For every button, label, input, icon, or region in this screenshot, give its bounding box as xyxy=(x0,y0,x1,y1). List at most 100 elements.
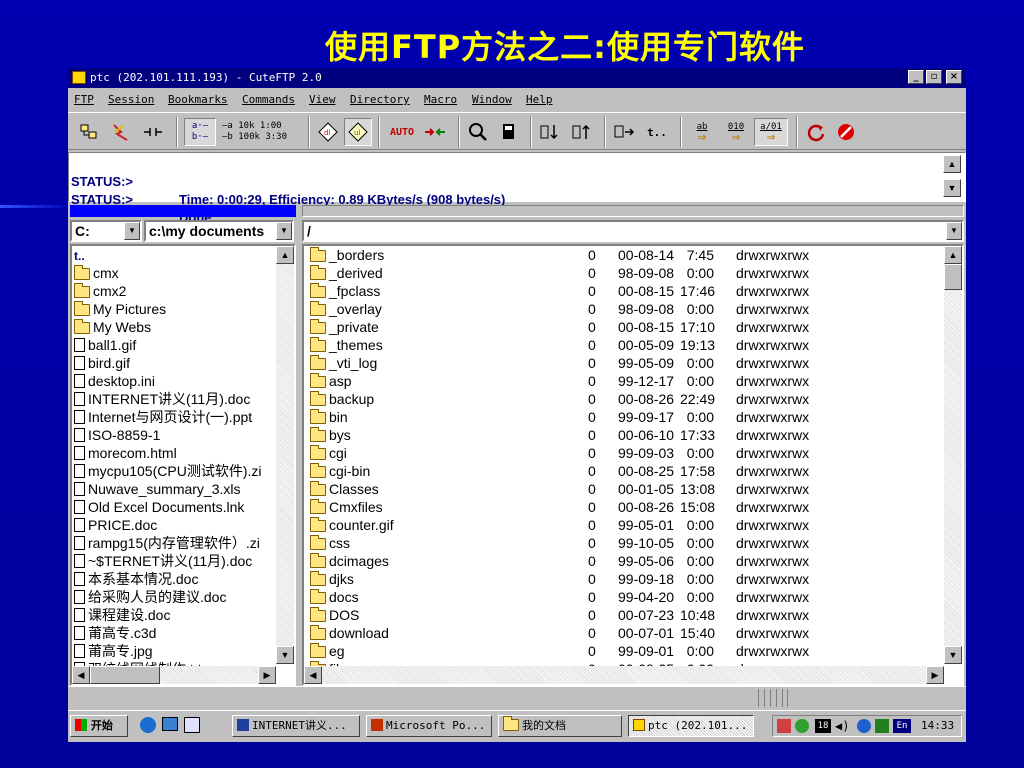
menu-directory[interactable]: Directory xyxy=(350,90,410,110)
remote-file-list[interactable]: _borders 0 00-08-14 7:45 drwxrwxrwx _derived 0… xyxy=(302,244,964,686)
remote-vscroll-thumb[interactable] xyxy=(944,264,962,290)
local-file-item[interactable]: Internet与网页设计(一).ppt xyxy=(74,408,252,426)
remote-file-item[interactable]: _fpclass 0 00-08-15 17:46 drwxrwxrwx xyxy=(308,282,938,300)
remote-file-item[interactable]: _derived 0 98-09-08 0:00 drwxrwxrwx xyxy=(308,264,938,282)
local-path-select[interactable]: c:\my documents ▼ xyxy=(144,220,294,242)
remote-file-item[interactable]: _borders 0 00-08-14 7:45 drwxrwxrwx xyxy=(308,246,938,264)
remote-file-item[interactable]: counter.gif 0 99-05-01 0:00 drwxrwxrwx xyxy=(308,516,938,534)
file-view-icon[interactable] xyxy=(496,118,522,146)
remote-file-item[interactable]: download 0 00-07-01 15:40 drwxrwxrwx xyxy=(308,624,938,642)
auto-transfer-button[interactable]: a/01 ⇒ xyxy=(754,118,788,146)
local-file-item[interactable]: ball1.gif xyxy=(74,336,136,354)
remote-file-item[interactable]: asp 0 99-12-17 0:00 drwxrwxrwx xyxy=(308,372,938,390)
menu-commands[interactable]: Commands xyxy=(242,90,295,110)
remote-hscroll-track[interactable] xyxy=(304,666,944,684)
maximize-button[interactable]: ▫ xyxy=(926,70,942,84)
local-file-item[interactable]: Nuwave_summary_3.xls xyxy=(74,480,241,498)
local-hscroll-thumb[interactable] xyxy=(90,666,160,684)
local-vscroll-track[interactable] xyxy=(276,264,294,646)
sort-down-icon[interactable] xyxy=(536,118,564,146)
local-file-item[interactable]: desktop.ini xyxy=(74,372,155,390)
download-icon[interactable]: dl xyxy=(314,118,342,146)
taskbar-task-word[interactable]: INTERNET讲义... xyxy=(232,715,360,737)
scroll-up-icon[interactable]: ▲ xyxy=(944,246,962,264)
scroll-down-icon[interactable]: ▼ xyxy=(944,646,962,664)
local-file-item[interactable]: 课程建设.doc xyxy=(74,606,170,624)
local-file-item[interactable]: bird.gif xyxy=(74,354,130,372)
ascii-mode-button[interactable]: a·— b·— xyxy=(184,118,216,146)
auto-mode-button[interactable]: AUTO xyxy=(384,118,420,146)
menu-session[interactable]: Session xyxy=(108,90,154,110)
input-method-icon[interactable] xyxy=(857,719,871,733)
local-file-list[interactable]: t.. cmx cmx2 My Pictures My Webs ball1.gif bir… xyxy=(70,244,296,686)
menu-view[interactable]: View xyxy=(309,90,336,110)
remote-file-item[interactable]: cgi-bin 0 00-08-25 17:58 drwxrwxrwx xyxy=(308,462,938,480)
local-file-item[interactable]: 莆高专.c3d xyxy=(74,624,156,642)
remote-file-item[interactable]: _private 0 00-08-15 17:10 drwxrwxrwx xyxy=(308,318,938,336)
title-bar[interactable]: ptc (202.101.111.193) - CuteFTP 2.0 _ ▫ … xyxy=(68,68,966,88)
network-icon[interactable] xyxy=(795,719,809,733)
local-file-item[interactable]: INTERNET讲义(11月).doc xyxy=(74,390,250,408)
taskbar-task-my-documents[interactable]: 我的文档 xyxy=(498,715,622,737)
site-manager-icon[interactable] xyxy=(76,118,102,146)
status-scroll-up-icon[interactable]: ▲ xyxy=(943,155,961,173)
start-button[interactable]: 开始 xyxy=(70,715,128,737)
upload-icon[interactable]: ul xyxy=(344,118,372,146)
stop-icon[interactable] xyxy=(832,118,860,146)
remote-file-item[interactable]: bin 0 99-09-17 0:00 drwxrwxrwx xyxy=(308,408,938,426)
channel-icon[interactable] xyxy=(184,717,200,733)
scroll-right-icon[interactable]: ▶ xyxy=(926,666,944,684)
local-file-item[interactable]: 给采购人员的建议.doc xyxy=(74,588,226,606)
local-file-item[interactable]: PRICE.doc xyxy=(74,516,157,534)
remote-path-select[interactable]: / ▼ xyxy=(302,220,964,242)
local-file-item[interactable]: rampg15(内存管理软件）.zi xyxy=(74,534,260,552)
local-file-item[interactable]: My Webs xyxy=(74,318,151,336)
remote-file-item[interactable]: Cmxfiles 0 00-08-26 15:08 drwxrwxrwx xyxy=(308,498,938,516)
remote-file-item[interactable]: _overlay 0 98-09-08 0:00 drwxrwxrwx xyxy=(308,300,938,318)
binary-mode-button[interactable]: —a 10k 1:00 —b 100k 3:30 xyxy=(218,118,302,146)
remote-file-item[interactable]: backup 0 00-08-26 22:49 drwxrwxrwx xyxy=(308,390,938,408)
remote-file-item[interactable]: _vti_log 0 99-05-09 0:00 drwxrwxrwx xyxy=(308,354,938,372)
remote-file-item[interactable]: Classes 0 00-01-05 13:08 drwxrwxrwx xyxy=(308,480,938,498)
language-indicator[interactable]: En xyxy=(893,719,911,733)
sort-up-icon[interactable] xyxy=(568,118,596,146)
change-dir-icon[interactable] xyxy=(610,118,638,146)
taskbar-task-cuteftp[interactable]: ptc (202.101... xyxy=(628,715,754,737)
drive-select[interactable]: C: ▼ xyxy=(70,220,142,242)
remote-vscroll-track[interactable] xyxy=(944,264,962,646)
ascii-transfer-button[interactable]: ab ⇒ xyxy=(686,118,718,146)
local-file-item[interactable]: Old Excel Documents.lnk xyxy=(74,498,244,516)
quick-connect-icon[interactable] xyxy=(108,118,134,146)
remote-file-item[interactable]: docs 0 99-04-20 0:00 drwxrwxrwx xyxy=(308,588,938,606)
menu-bookmarks[interactable]: Bookmarks xyxy=(168,90,228,110)
chevron-down-icon[interactable]: ▼ xyxy=(276,222,292,240)
volume-icon[interactable]: ◀) xyxy=(835,719,849,733)
chevron-down-icon[interactable]: ▼ xyxy=(946,222,962,240)
local-file-item[interactable]: t.. xyxy=(74,246,85,264)
resize-grip[interactable] xyxy=(758,689,788,707)
tray-number-badge[interactable]: 18 xyxy=(815,719,831,733)
up-directory-button[interactable]: t.. xyxy=(642,118,672,146)
local-file-item[interactable]: 莆高专.jpg xyxy=(74,642,153,660)
transfer-arrows-icon[interactable] xyxy=(420,118,450,146)
local-file-item[interactable]: morecom.html xyxy=(74,444,177,462)
local-file-item[interactable]: 本系基本情况.doc xyxy=(74,570,198,588)
tray-app-icon[interactable] xyxy=(777,719,791,733)
search-icon[interactable] xyxy=(464,118,492,146)
clock[interactable]: 14:33 xyxy=(921,716,954,736)
menu-window[interactable]: Window xyxy=(472,90,512,110)
remote-file-item[interactable]: eg 0 99-09-01 0:00 drwxrwxrwx xyxy=(308,642,938,660)
remote-file-item[interactable]: css 0 99-10-05 0:00 drwxrwxrwx xyxy=(308,534,938,552)
desktop-icon[interactable] xyxy=(162,717,178,731)
taskbar-task-powerpoint[interactable]: Microsoft Po... xyxy=(366,715,492,737)
local-file-item[interactable]: mycpu105(CPU测试软件).zi xyxy=(74,462,261,480)
remote-file-item[interactable]: dcimages 0 99-05-06 0:00 drwxrwxrwx xyxy=(308,552,938,570)
display-icon[interactable] xyxy=(875,719,889,733)
menu-macro[interactable]: Macro xyxy=(424,90,457,110)
chevron-down-icon[interactable]: ▼ xyxy=(124,222,140,240)
menu-help[interactable]: Help xyxy=(526,90,553,110)
disconnect-icon[interactable] xyxy=(140,118,166,146)
close-button[interactable]: × xyxy=(946,70,962,84)
local-file-item[interactable]: cmx2 xyxy=(74,282,126,300)
scroll-up-icon[interactable]: ▲ xyxy=(276,246,294,264)
